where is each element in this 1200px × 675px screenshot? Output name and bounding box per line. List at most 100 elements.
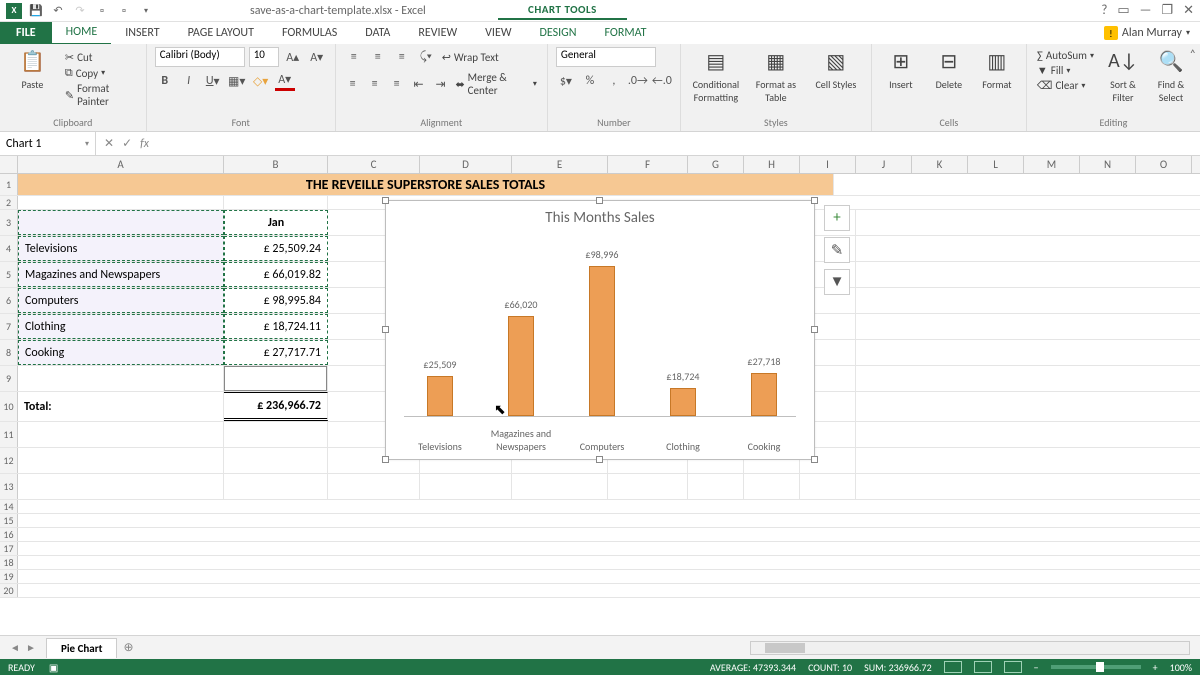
italic-button[interactable]: I [179, 71, 199, 91]
zoom-slider[interactable] [1051, 665, 1141, 669]
merge-center-button[interactable]: ⬌Merge & Center▾ [453, 71, 538, 97]
indent-dec-icon[interactable]: ⇤ [410, 74, 428, 94]
tab-format[interactable]: FORMAT [590, 22, 660, 44]
cell[interactable]: £ 98,995.84 [224, 288, 328, 313]
new-sheet-button[interactable]: ⊕ [123, 640, 133, 655]
title-cell[interactable]: THE REVEILLE SUPERSTORE SALES TOTALS [18, 174, 834, 195]
chart-bar[interactable] [427, 376, 453, 416]
undo-icon[interactable]: ↶ [50, 3, 66, 19]
accounting-icon[interactable]: $▾ [556, 71, 576, 91]
minimize-icon[interactable]: — [1140, 3, 1152, 18]
col-header[interactable]: B [224, 156, 328, 173]
align-right-icon[interactable]: ≡ [388, 74, 406, 94]
tab-data[interactable]: DATA [351, 22, 404, 44]
view-page-layout-icon[interactable] [974, 661, 992, 673]
cell[interactable]: Magazines and Newspapers [18, 262, 224, 287]
chart-bar[interactable] [589, 266, 615, 416]
qat-more-icon[interactable]: ▾ [138, 3, 154, 19]
tab-formulas[interactable]: FORMULAS [268, 22, 351, 44]
help-icon[interactable]: ? [1101, 3, 1107, 18]
ribbon-display-icon[interactable]: ▭ [1117, 3, 1129, 18]
close-icon[interactable]: ✕ [1183, 3, 1194, 18]
percent-icon[interactable]: % [580, 71, 600, 91]
chart-plot-area[interactable]: £25,509 Televisions £66,020 Magazines an… [404, 241, 796, 417]
name-box[interactable]: Chart 1▾ [0, 132, 96, 155]
copy-button[interactable]: ⧉Copy▾ [63, 66, 138, 80]
align-middle-icon[interactable]: ≡ [368, 47, 388, 67]
collapse-ribbon-icon[interactable]: ˄ [1190, 48, 1196, 62]
sheet-tab[interactable]: Pie Chart [46, 638, 117, 658]
tab-nav-prev-icon[interactable]: ► [24, 641, 38, 654]
tab-design[interactable]: DESIGN [526, 22, 591, 44]
col-header[interactable]: C [328, 156, 420, 173]
col-header[interactable]: H [744, 156, 800, 173]
fill-button[interactable]: ▼Fill▾ [1035, 64, 1096, 77]
view-page-break-icon[interactable] [1004, 661, 1022, 673]
zoom-in-icon[interactable]: + [1153, 661, 1158, 674]
inc-decimal-icon[interactable]: .0→ [628, 71, 648, 91]
cut-button[interactable]: ✂Cut [63, 51, 138, 64]
cell[interactable]: £ 27,717.71 [224, 340, 328, 365]
tab-insert[interactable]: INSERT [111, 22, 173, 44]
format-cells-button[interactable]: ▥Format [976, 47, 1018, 91]
cell[interactable]: £ 18,724.11 [224, 314, 328, 339]
cell[interactable]: Jan [224, 210, 328, 235]
tab-home[interactable]: HOME [52, 21, 112, 45]
underline-button[interactable]: U▾ [203, 71, 223, 91]
col-header[interactable]: G [688, 156, 744, 173]
chart-styles-button[interactable]: ✎ [824, 237, 850, 263]
cancel-fx-icon[interactable]: ✕ [104, 136, 114, 151]
tab-view[interactable]: VIEW [471, 22, 525, 44]
cell-styles-button[interactable]: ▧Cell Styles [809, 47, 863, 91]
font-color-button[interactable]: A▾ [275, 71, 295, 91]
format-as-table-button[interactable]: ▦Format as Table [749, 47, 803, 104]
enter-fx-icon[interactable]: ✓ [122, 136, 132, 151]
bold-button[interactable]: B [155, 71, 175, 91]
col-header[interactable]: K [912, 156, 968, 173]
font-family-select[interactable]: Calibri (Body) [155, 47, 245, 67]
chart-elements-button[interactable]: + [824, 205, 850, 231]
indent-inc-icon[interactable]: ⇥ [432, 74, 450, 94]
macro-record-icon[interactable]: ▣ [49, 661, 58, 674]
chart-bar[interactable] [508, 316, 534, 416]
grow-font-icon[interactable]: A▴ [283, 47, 303, 67]
comma-icon[interactable]: , [604, 71, 624, 91]
fill-color-button[interactable]: ◇▾ [251, 71, 271, 91]
zoom-out-icon[interactable]: − [1034, 661, 1039, 674]
tab-review[interactable]: REVIEW [404, 22, 471, 44]
col-header[interactable]: M [1024, 156, 1080, 173]
cell[interactable]: Clothing [18, 314, 224, 339]
dec-decimal-icon[interactable]: ←.0 [652, 71, 672, 91]
restore-icon[interactable]: ❐ [1161, 3, 1173, 18]
font-size-select[interactable]: 10 [249, 47, 279, 67]
qat-icon-2[interactable]: ▫ [116, 3, 132, 19]
chart-filters-button[interactable]: ▼ [824, 269, 850, 295]
cell[interactable] [18, 210, 224, 235]
clear-button[interactable]: ⌫Clear▾ [1035, 79, 1096, 92]
wrap-text-button[interactable]: ↩Wrap Text [440, 51, 501, 64]
view-normal-icon[interactable] [944, 661, 962, 673]
delete-cells-button[interactable]: ⊟Delete [928, 47, 970, 91]
total-label-cell[interactable]: Total: [18, 392, 224, 421]
shrink-font-icon[interactable]: A▾ [307, 47, 327, 67]
chart-bar[interactable] [670, 388, 696, 416]
col-header[interactable]: O [1136, 156, 1192, 173]
col-header[interactable]: J [856, 156, 912, 173]
embedded-chart[interactable]: This Months Sales £25,509 Televisions £6… [385, 200, 815, 460]
chart-title[interactable]: This Months Sales [386, 201, 814, 227]
format-painter-button[interactable]: ✎Format Painter [63, 82, 138, 108]
align-top-icon[interactable]: ≡ [344, 47, 364, 67]
cell[interactable]: Cooking [18, 340, 224, 365]
col-header[interactable]: I [800, 156, 856, 173]
find-select-button[interactable]: 🔍Find & Select [1150, 47, 1192, 104]
save-icon[interactable]: 💾 [28, 3, 44, 19]
cell[interactable]: £ 25,509.24 [224, 236, 328, 261]
tab-page-layout[interactable]: PAGE LAYOUT [174, 22, 268, 44]
sort-filter-button[interactable]: A↓Sort & Filter [1102, 47, 1144, 104]
cell[interactable] [224, 366, 328, 391]
conditional-formatting-button[interactable]: ▤Conditional Formatting [689, 47, 743, 104]
align-center-icon[interactable]: ≡ [366, 74, 384, 94]
align-left-icon[interactable]: ≡ [344, 74, 362, 94]
zoom-percent[interactable]: 100% [1170, 661, 1192, 674]
col-header[interactable]: N [1080, 156, 1136, 173]
